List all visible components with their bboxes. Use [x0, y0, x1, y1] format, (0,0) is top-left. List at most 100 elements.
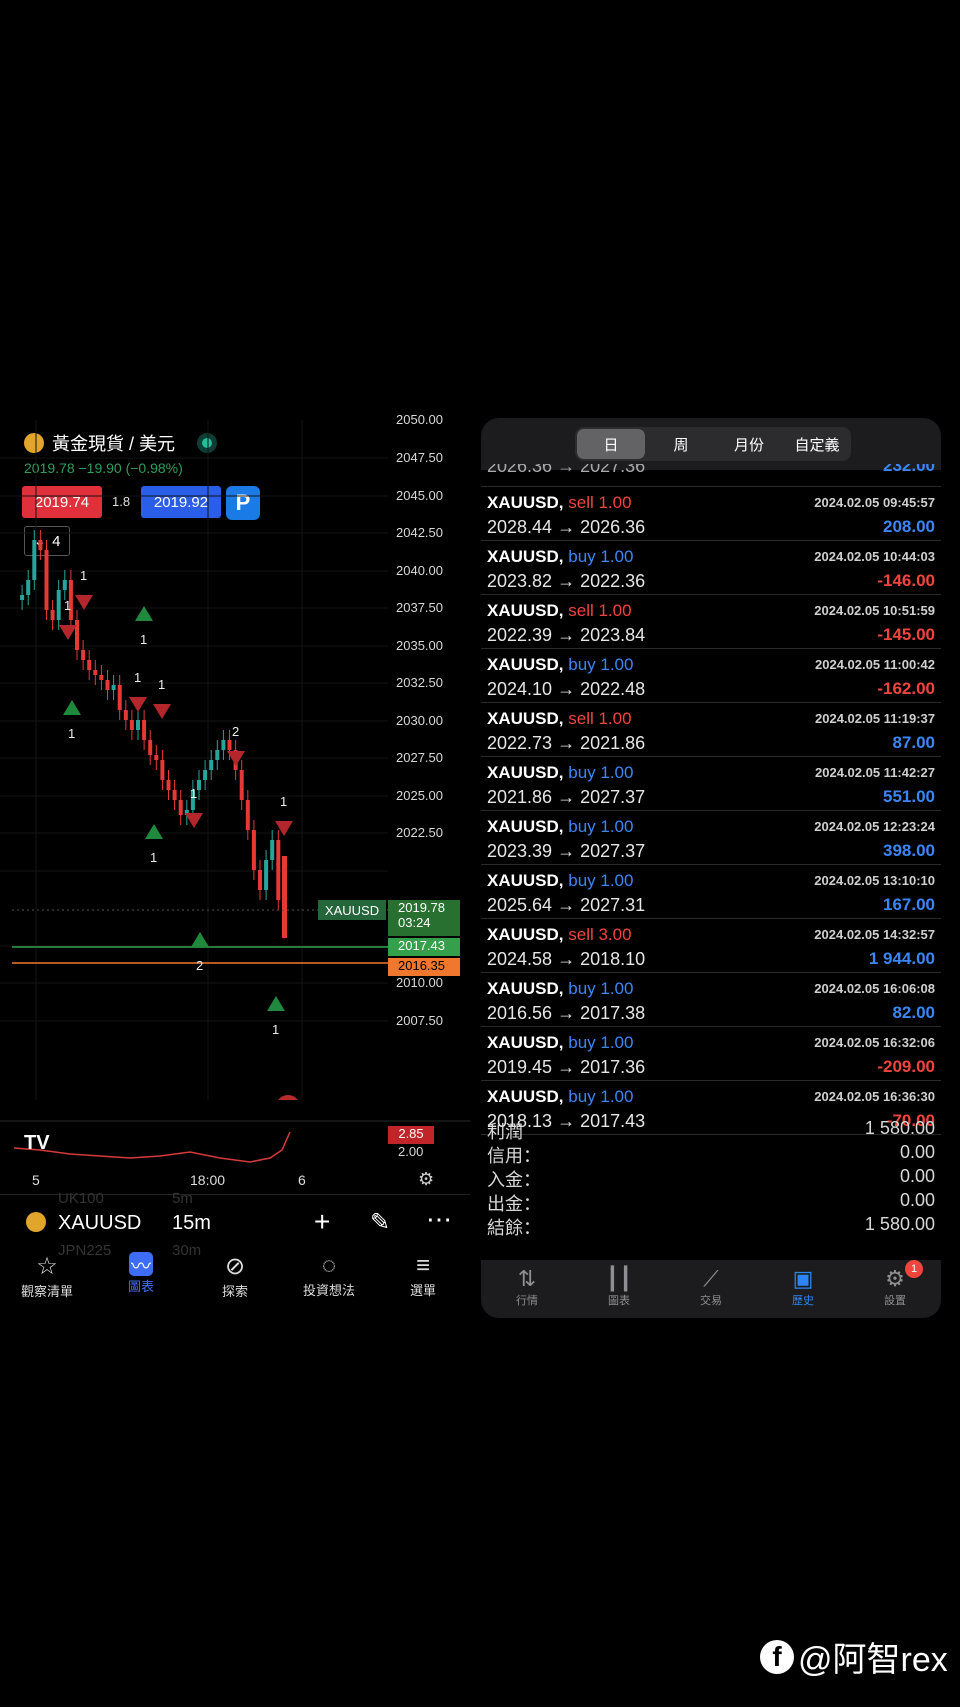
candle	[32, 540, 37, 580]
trade-time: 2024.02.05 10:44:03	[814, 549, 935, 564]
trade-row[interactable]: XAUUSD, sell 1.00 2024.02.05 11:19:37 2022…	[481, 703, 941, 757]
trade-profit: -209.00	[877, 1057, 935, 1076]
tab-quotes[interactable]: ⇅ 行情	[487, 1260, 567, 1318]
signal-label: 1	[158, 677, 165, 692]
y-tick: 2022.50	[396, 825, 443, 840]
candle	[117, 685, 122, 710]
summary-row: 利潤 1 580.00	[487, 1118, 935, 1144]
summary-row: 入金： 0.00	[487, 1166, 935, 1192]
tab-chart[interactable]: ┃┃ 圖表	[579, 1260, 659, 1318]
period-segmented-control: 日 周 月份 自定義	[575, 427, 851, 461]
toolbar-symbol[interactable]: XAUUSD	[58, 1212, 141, 1235]
segment-custom[interactable]: 自定義	[783, 427, 851, 461]
history-panel: 日 周 月份 自定義 2026.36 → 2027.36 232.00 XAUU…	[481, 418, 941, 1318]
trade-row[interactable]: XAUUSD, buy 1.00 2024.02.05 11:42:27 2021.…	[481, 757, 941, 811]
candle	[87, 660, 92, 670]
candle	[197, 780, 201, 790]
candle	[203, 770, 208, 780]
trade-symbol: XAUUSD, sell 1.00	[487, 601, 632, 620]
candle	[20, 595, 25, 600]
tab-trade[interactable]: ⟋ 交易	[671, 1260, 751, 1318]
trade-row[interactable]: XAUUSD, buy 1.00 2024.02.05 10:44:03 2023.…	[481, 541, 941, 595]
trade-profit: -145.00	[877, 625, 935, 644]
trade-row[interactable]: XAUUSD, sell 3.00 2024.02.05 14:32:57 2024…	[481, 919, 941, 973]
trade-row[interactable]: XAUUSD, buy 1.00 2024.02.05 13:10:10 2025.…	[481, 865, 941, 919]
tab-settings[interactable]: ⚙ 設置 1	[855, 1260, 935, 1318]
symbol-price-tag: XAUUSD	[318, 900, 386, 920]
candle	[148, 740, 153, 755]
trade-symbol: XAUUSD, buy 1.00	[487, 763, 634, 782]
more-icon[interactable]: ⋯	[426, 1204, 452, 1235]
trade-prices: 2016.56 → 2017.38	[487, 1003, 646, 1023]
sub-indicator-tick: 2.00	[398, 1144, 424, 1159]
watermark-text: @阿智rex	[798, 1641, 948, 1679]
trade-symbol: XAUUSD, buy 1.00	[487, 547, 634, 566]
period-bar: 日 周 月份 自定義	[481, 418, 941, 470]
trade-symbol: XAUUSD, buy 1.00	[487, 871, 634, 890]
trade-profit: 1 944.00	[868, 949, 935, 968]
trade-side: sell 3.00	[568, 925, 632, 944]
candle	[227, 740, 232, 750]
buy-signal-marker	[145, 824, 163, 839]
x-tick: 18:00	[190, 1172, 226, 1188]
trade-time: 2024.02.05 13:10:10	[814, 873, 935, 888]
trade-time: 2024.02.05 16:06:08	[814, 981, 935, 996]
y-tick: 2037.50	[396, 600, 443, 615]
tab-label: 行情	[516, 1295, 538, 1307]
candle	[111, 685, 116, 690]
candle	[136, 720, 140, 730]
candle	[282, 856, 287, 938]
segment-week[interactable]: 周	[647, 427, 715, 461]
settings-badge: 1	[905, 1260, 923, 1278]
menu-icon: ≡	[415, 1252, 430, 1279]
trade-row[interactable]: XAUUSD, sell 1.00 2024.02.05 10:51:59 2022…	[481, 595, 941, 649]
trade-row[interactable]: XAUUSD, buy 1.00 2024.02.05 16:06:08 2016.…	[481, 973, 941, 1027]
nav-chart[interactable]: 〰 圖表	[101, 1252, 181, 1322]
nav-label: 觀察清單	[20, 1284, 73, 1299]
add-icon[interactable]: +	[314, 1206, 330, 1238]
trade-prices: 2025.64 → 2027.31	[487, 895, 646, 915]
nav-menu[interactable]: ≡ 選單	[383, 1252, 463, 1322]
trade-row[interactable]: XAUUSD, buy 1.00 2024.02.05 16:32:06 2019.…	[481, 1027, 941, 1081]
trade-symbol: XAUUSD, buy 1.00	[487, 979, 634, 998]
candle	[239, 770, 244, 800]
trade-row[interactable]: XAUUSD, buy 1.00 2024.02.05 12:23:24 2023.…	[481, 811, 941, 865]
y-tick: 2050.00	[396, 412, 443, 427]
trade-prices: 2021.86 → 2027.37	[487, 787, 646, 807]
trade-prices: 2022.73 → 2021.86	[487, 733, 646, 753]
signal-label: 1	[140, 632, 147, 647]
candlestick-icon: ┃┃	[605, 1266, 633, 1291]
y-tick: 2030.00	[396, 713, 443, 728]
us-event-flag-icon[interactable]	[276, 1095, 300, 1100]
nav-watchlist[interactable]: ☆ 觀察清單	[7, 1252, 87, 1322]
summary-label: 入金：	[487, 1170, 541, 1190]
toolbar-interval[interactable]: 15m	[172, 1212, 211, 1235]
nav-ideas[interactable]: ◌ 投資想法	[289, 1252, 369, 1322]
candle	[172, 790, 177, 800]
trade-row-partial[interactable]: 2026.36 → 2027.36 232.00	[481, 464, 941, 487]
segment-day[interactable]: 日	[577, 429, 645, 459]
sell-signal-marker	[275, 821, 293, 836]
nav-label: 投資想法	[302, 1283, 355, 1298]
chart-settings-icon[interactable]: ⚙	[418, 1169, 434, 1190]
trade-row[interactable]: XAUUSD, buy 1.00 2024.02.05 11:00:42 2024.…	[481, 649, 941, 703]
history-inbox-icon: ▣	[792, 1266, 814, 1291]
candle	[209, 760, 214, 770]
nav-explore[interactable]: ⊘ 探索	[195, 1252, 275, 1322]
trade-row[interactable]: XAUUSD, sell 1.00 2024.02.05 09:45:57 2028…	[481, 487, 941, 541]
candle	[142, 720, 147, 740]
trade-prices: 2023.39 → 2027.37	[487, 841, 646, 861]
tab-history[interactable]: ▣ 歷史	[763, 1260, 843, 1318]
signal-label: 1	[190, 786, 197, 801]
trade-side: buy 1.00	[568, 1087, 634, 1106]
trade-side: buy 1.00	[568, 547, 634, 566]
trade-symbol: XAUUSD, buy 1.00	[487, 655, 634, 674]
trade-symbol: XAUUSD, buy 1.00	[487, 1033, 634, 1052]
trade-prices: 2022.39 → 2023.84	[487, 625, 646, 645]
drawing-pen-icon[interactable]: ✎	[370, 1208, 390, 1237]
last-price: 2019.78	[398, 900, 445, 915]
sell-signal-marker	[185, 813, 203, 828]
y-tick: 2025.00	[396, 788, 443, 803]
segment-month[interactable]: 月份	[715, 427, 783, 461]
trade-symbol: XAUUSD, sell 3.00	[487, 925, 632, 944]
